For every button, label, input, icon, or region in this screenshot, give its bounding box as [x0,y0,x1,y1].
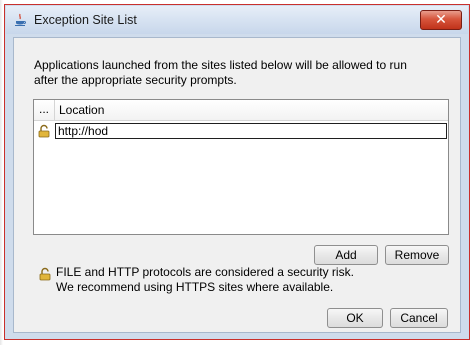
ok-button[interactable]: OK [327,308,383,328]
column-header-icon[interactable]: ... [34,100,55,120]
exception-site-table[interactable]: ... Location [33,99,449,235]
java-icon [13,13,27,27]
padlock-warning-icon [38,267,52,281]
window-title: Exception Site List [34,13,137,27]
title-bar[interactable]: Exception Site List ✕ [6,6,468,34]
close-button[interactable]: ✕ [420,10,462,30]
remove-button[interactable]: Remove [385,245,449,265]
dialog-window: Exception Site List ✕ Applications launc… [4,4,470,340]
add-button[interactable]: Add [314,245,378,265]
dialog-body: Applications launched from the sites lis… [13,37,461,333]
description-text: Applications launched from the sites lis… [34,58,407,87]
location-input[interactable] [55,123,447,139]
background-edge [0,0,3,345]
cancel-button[interactable]: Cancel [390,308,448,328]
table-header: ... Location [34,100,448,121]
column-header-location[interactable]: Location [59,103,104,117]
padlock-icon [37,124,51,138]
warning-text-line2: We recommend using HTTPS sites where ava… [56,280,334,294]
close-icon: ✕ [435,11,447,27]
table-row[interactable] [35,123,447,139]
warning-text-line1: FILE and HTTP protocols are considered a… [56,265,354,279]
